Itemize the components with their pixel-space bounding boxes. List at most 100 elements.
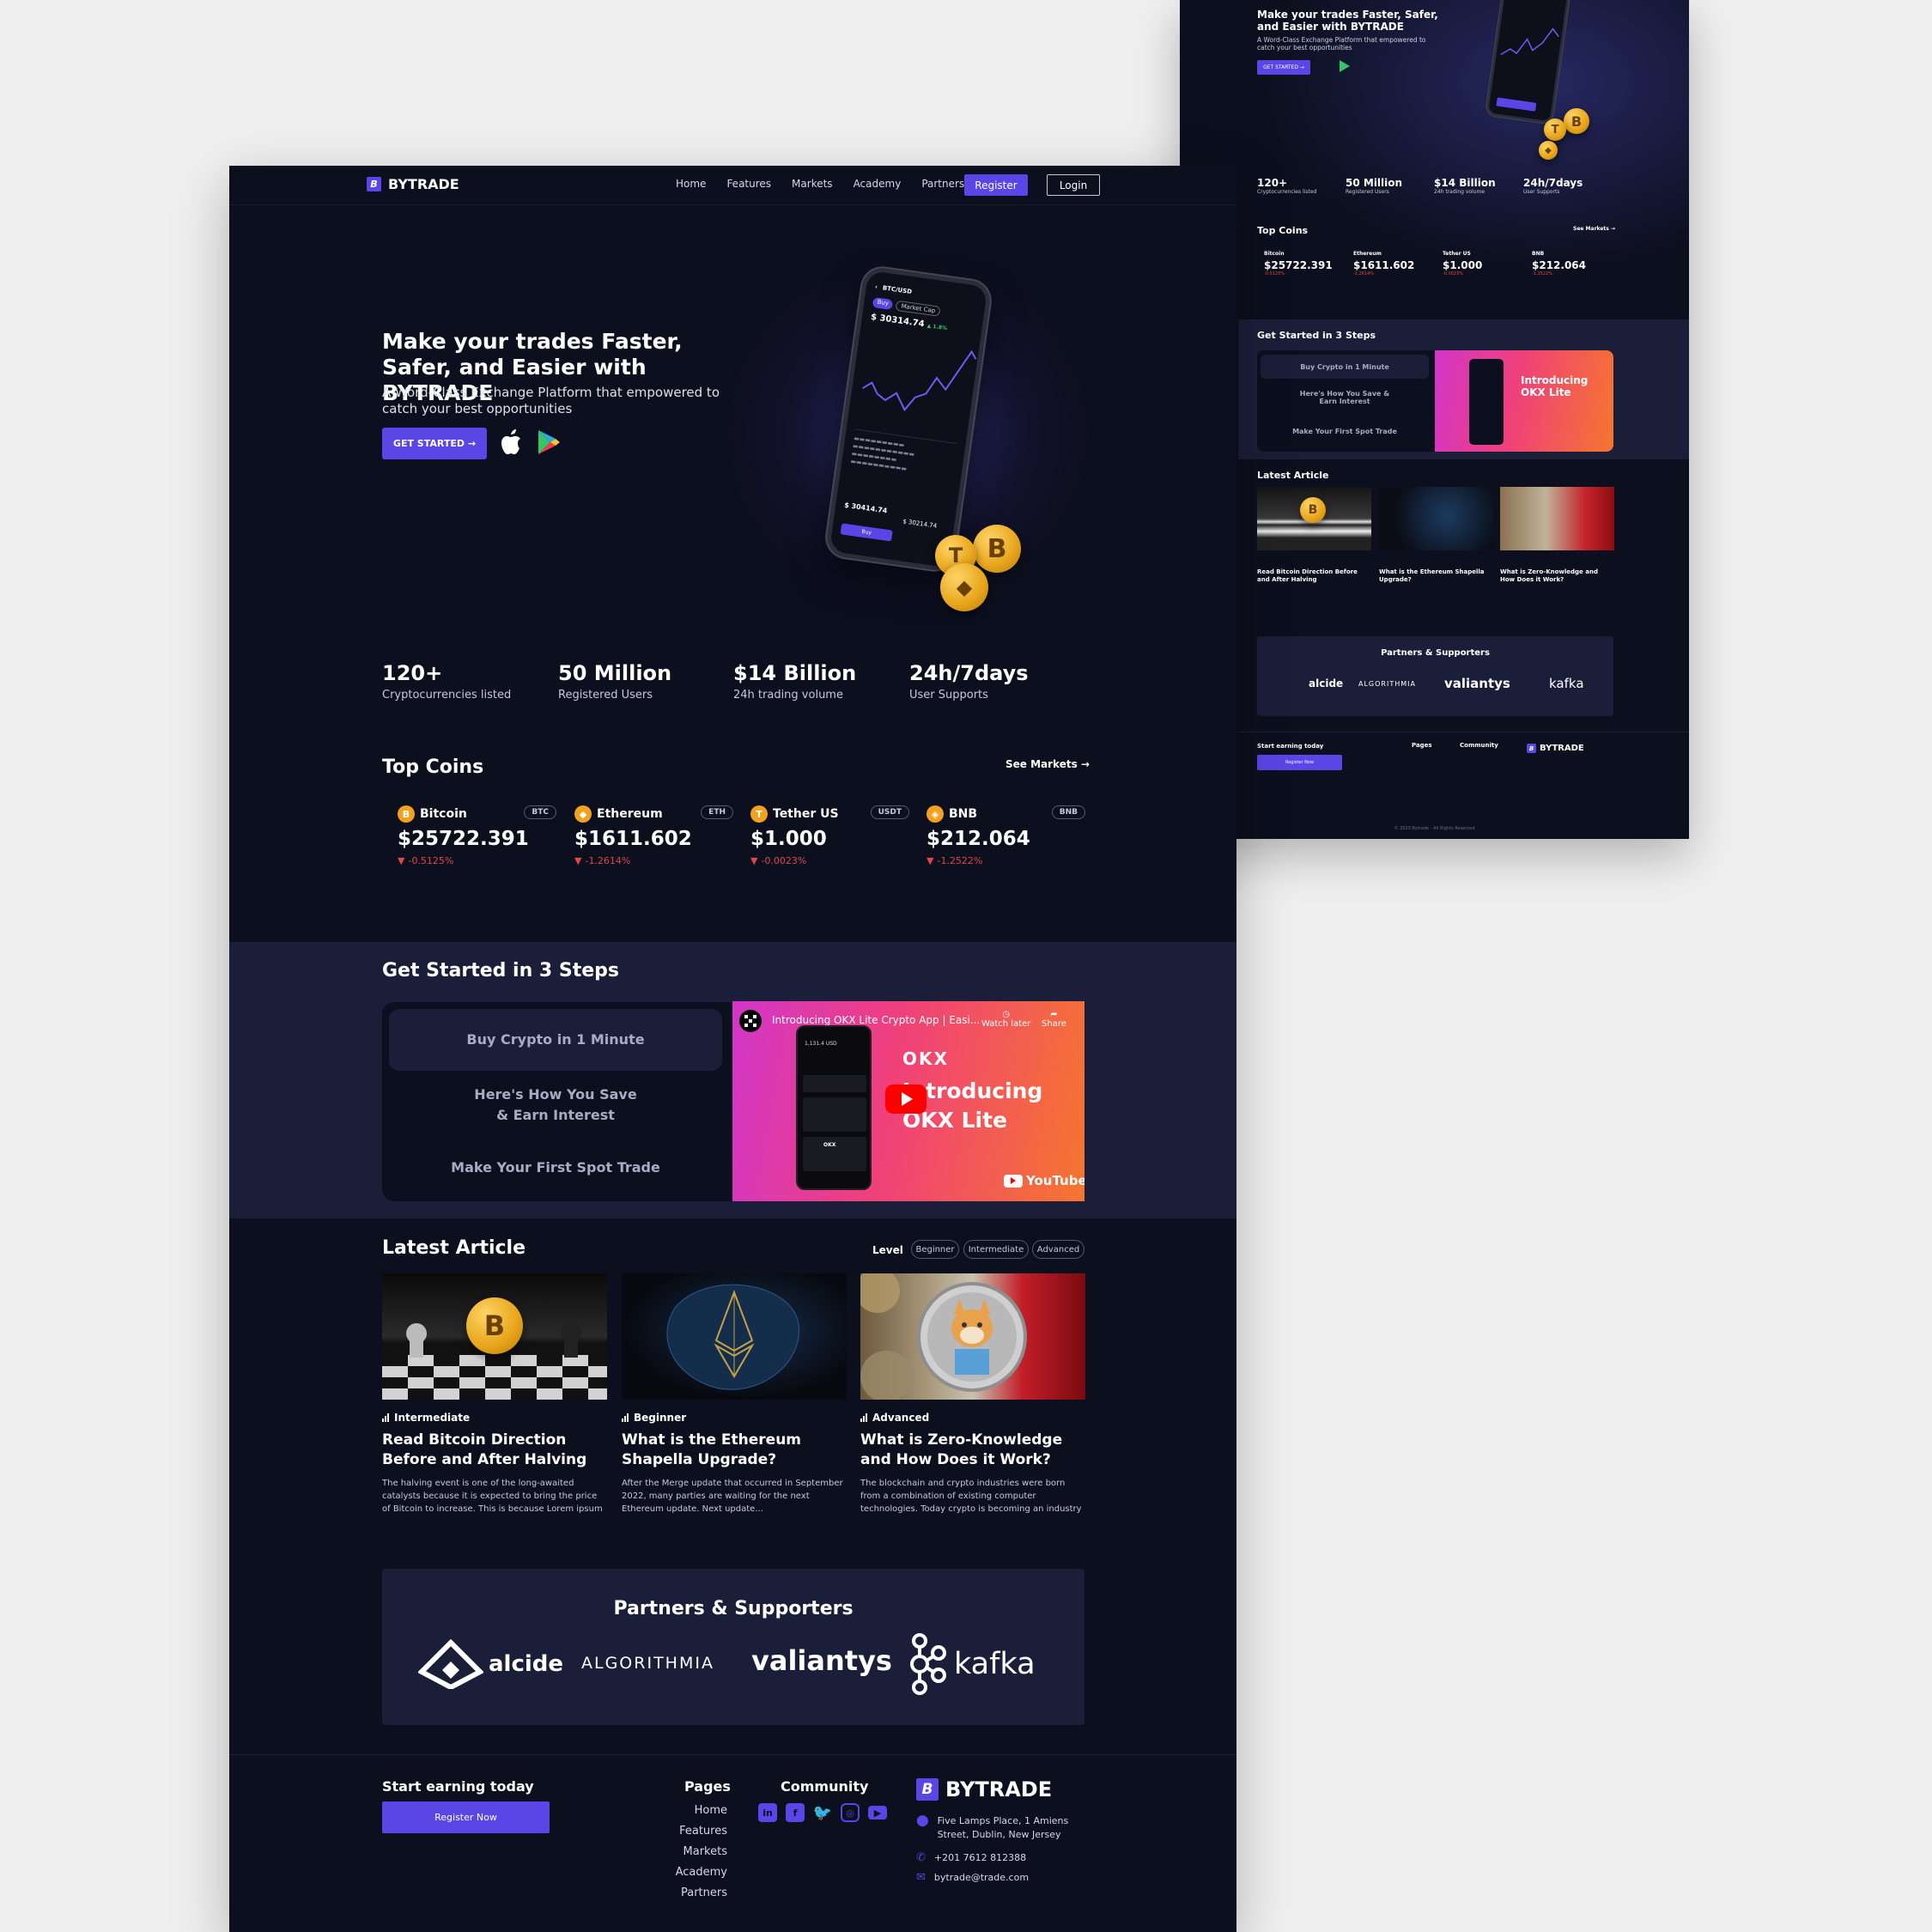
article-excerpt: After the Merge update that occurred in … (622, 1479, 843, 1514)
coin-change: ▼ -1.2614% (574, 855, 631, 866)
step-save-earn[interactable]: Here's How You Save & Earn Interest (389, 1084, 722, 1126)
brand-logo[interactable]: B BYTRADE (367, 176, 459, 192)
mini-coin-card[interactable]: BNB $212.064 -1.2522% (1532, 251, 1609, 276)
partner-logo-alcide[interactable]: alcide (418, 1639, 563, 1689)
youtube-play-icon[interactable] (885, 1084, 927, 1114)
mini-step-item[interactable]: Make Your First Spot Trade (1261, 428, 1429, 435)
phone-icon: ✆ (916, 1851, 926, 1864)
step-spot-trade[interactable]: Make Your First Spot Trade (389, 1157, 722, 1178)
mini-coin-card[interactable]: Tether US $1.000 -0.0023% (1443, 251, 1520, 276)
mini-coin-card[interactable]: Ethereum $1611.602 -1.2614% (1353, 251, 1431, 276)
bitcoin-coin-icon: B (973, 525, 1021, 573)
register-now-button[interactable]: Register Now (382, 1801, 550, 1833)
footer-address: ⬤ Five Lamps Place, 1 Amiens Street, Dubl… (916, 1814, 1069, 1840)
mini-step-item[interactable]: Here's How You Save & Earn Interest (1261, 390, 1429, 405)
apple-store-icon[interactable] (499, 428, 525, 460)
facebook-icon[interactable]: f (786, 1803, 805, 1822)
google-play-icon[interactable] (537, 429, 561, 459)
nav-link-home[interactable]: Home (676, 178, 706, 190)
footer-link-partners[interactable]: Partners (659, 1883, 727, 1904)
nav-link-features[interactable]: Features (726, 178, 771, 190)
article-card[interactable]: Advanced What is Zero-Knowledge and How … (860, 1273, 1085, 1516)
youtube-logo: YouTube (1004, 1173, 1084, 1188)
mini-bitcoin-coin-icon: B (1564, 108, 1589, 134)
article-card[interactable]: Beginner What is the Ethereum Shapella U… (622, 1273, 847, 1516)
article-card[interactable]: B Intermediate Read Bitcoin Direction Be… (382, 1273, 607, 1516)
watch-later-button[interactable]: ◷ Watch later (981, 1010, 1030, 1029)
footer-email: ✉ bytrade@trade.com (916, 1871, 1030, 1884)
latest-article-title: Latest Article (382, 1237, 526, 1259)
nav-link-markets[interactable]: Markets (792, 178, 833, 190)
mini-article-image[interactable] (1500, 487, 1614, 550)
article-image-ethereum[interactable] (622, 1273, 847, 1400)
location-pin-icon: ⬤ (916, 1814, 929, 1827)
partner-logo-valiantys[interactable]: valiantys (751, 1644, 892, 1677)
mini-step-item[interactable]: Buy Crypto in 1 Minute (1261, 355, 1429, 379)
brand-name: BYTRADE (388, 176, 459, 192)
mini-get-started-button[interactable]: GET STARTED → (1257, 60, 1310, 75)
mini-article-image[interactable] (1379, 487, 1493, 550)
video-embed[interactable]: Introducing OKX Lite Crypto App | Easi..… (732, 1001, 1084, 1201)
mini-footer-cta-title: Start earning today (1257, 743, 1324, 750)
mini-tether-coin-icon: T (1544, 118, 1566, 141)
stat-volume: $14 Billion 24h trading volume (733, 661, 857, 702)
article-title[interactable]: What is the Ethereum Shapella Upgrade? (622, 1431, 847, 1470)
nav-link-partners[interactable]: Partners (921, 178, 964, 190)
see-markets-link[interactable]: See Markets → (1005, 758, 1090, 770)
coin-card-bnb[interactable]: ◈ BNB BNB $212.064 ▼ -1.2522% (927, 805, 1085, 874)
linkedin-icon[interactable]: in (758, 1803, 777, 1822)
partner-logo-algorithmia[interactable]: ALGORITHMIA (581, 1654, 714, 1673)
filter-advanced[interactable]: Advanced (1032, 1240, 1084, 1259)
mini-copyright: © 2023 Bytrade - All Rights Reserved (1394, 826, 1475, 831)
partner-logo-kafka[interactable]: kafka (909, 1632, 1036, 1696)
coin-change: ▼ -1.2522% (927, 855, 983, 866)
okx-channel-icon (739, 1010, 762, 1032)
mini-article-image[interactable]: B (1257, 487, 1371, 550)
mini-article-title[interactable]: Read Bitcoin Direction Before and After … (1257, 568, 1371, 584)
youtube-icon[interactable]: ▶ (868, 1806, 887, 1820)
footer-link-academy[interactable]: Academy (659, 1862, 727, 1883)
filter-intermediate[interactable]: Intermediate (963, 1240, 1029, 1259)
coin-card-tether[interactable]: T Tether US USDT $1.000 ▼ -0.0023% (750, 805, 909, 874)
mini-footer-logo[interactable]: B BYTRADE (1527, 744, 1584, 753)
nav-links: Home Features Markets Academy Partners (676, 178, 964, 190)
article-image-bitcoin-chess[interactable]: B (382, 1273, 607, 1400)
register-button[interactable]: Register (964, 174, 1028, 196)
twitter-icon[interactable]: 🐦 (813, 1803, 832, 1822)
article-image-zero-knowledge[interactable] (860, 1273, 1085, 1400)
coin-name: Tether US (773, 807, 839, 821)
mini-play-store-icon[interactable] (1340, 60, 1350, 72)
article-title[interactable]: What is Zero-Knowledge and How Does it W… (860, 1431, 1085, 1470)
down-arrow-icon: ▼ (574, 855, 582, 866)
footer-pages-title: Pages (684, 1778, 731, 1795)
get-started-button[interactable]: GET STARTED → (382, 428, 487, 459)
phone-price-chart (861, 349, 977, 412)
footer-link-markets[interactable]: Markets (659, 1842, 727, 1862)
coin-price: $1.000 (750, 828, 827, 850)
share-button[interactable]: ➦ Share (1042, 1010, 1066, 1029)
mini-article-title[interactable]: What is Zero-Knowledge and How Does it W… (1500, 568, 1614, 584)
mini-register-now-button[interactable]: Register Now (1257, 755, 1342, 770)
mini-video-embed[interactable]: OKX Lite Introducing (1435, 350, 1613, 452)
coin-card-bitcoin[interactable]: B Bitcoin BTC $25722.391 ▼ -0.5125% (398, 805, 556, 874)
down-arrow-icon: ▼ (750, 855, 758, 866)
mini-article-title[interactable]: What is the Ethereum Shapella Upgrade? (1379, 568, 1493, 584)
footer-brand-mark: B (916, 1778, 939, 1801)
footer-brand-logo[interactable]: B BYTRADE (916, 1777, 1052, 1801)
down-arrow-icon: ▼ (398, 855, 405, 866)
mini-see-markets-link[interactable]: See Markets → (1573, 226, 1615, 232)
filter-beginner[interactable]: Beginner (911, 1240, 959, 1259)
footer-link-home[interactable]: Home (659, 1801, 727, 1821)
phone-bottom-price: $ 30414.74 (843, 501, 888, 515)
video-phone: 1,131.4 USD OKX (796, 1025, 872, 1190)
article-title[interactable]: Read Bitcoin Direction Before and After … (382, 1431, 607, 1470)
mini-coin-card[interactable]: Bitcoin $25722.391 -0.5125% (1264, 251, 1341, 276)
instagram-icon[interactable]: ◎ (841, 1803, 860, 1822)
back-chevron-icon: ‹ (874, 283, 878, 291)
coin-card-ethereum[interactable]: ◆ Ethereum ETH $1611.602 ▼ -1.2614% (574, 805, 733, 874)
nav-link-academy[interactable]: Academy (854, 178, 902, 190)
step-buy-crypto[interactable]: Buy Crypto in 1 Minute (389, 1009, 722, 1071)
login-button[interactable]: Login (1047, 174, 1100, 196)
video-title: Introducing OKX Lite Crypto App | Easi..… (772, 1014, 981, 1026)
footer-link-features[interactable]: Features (659, 1821, 727, 1842)
